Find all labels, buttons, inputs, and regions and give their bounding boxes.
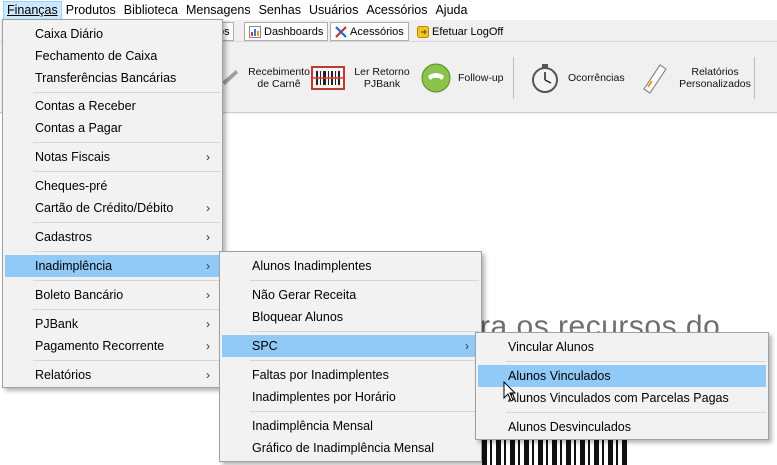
menu-senhas[interactable]: Senhas: [255, 1, 305, 20]
menu-biblioteca[interactable]: Biblioteca: [120, 1, 182, 20]
carne-icon: [222, 70, 238, 85]
tools-icon: [335, 25, 347, 38]
chevron-right-icon: ›: [206, 339, 210, 353]
menu-item-label: Cadastros: [35, 230, 92, 244]
follow-up-label: Follow-up: [458, 72, 504, 84]
chevron-right-icon: ›: [206, 201, 210, 215]
menu-item-vincular-alunos[interactable]: Vincular Alunos: [478, 336, 766, 358]
menu-item-alunos-vinculados[interactable]: Alunos Vinculados: [478, 365, 766, 387]
menu-separator: [33, 251, 220, 252]
toolbar-separator: [513, 57, 514, 99]
menu-bar: Finanças Produtos Biblioteca Mensagens S…: [0, 0, 777, 20]
recebimento-carne-label: Recebimento de Carnê: [248, 66, 310, 90]
follow-up-button[interactable]: Follow-up: [420, 51, 504, 105]
menu-separator: [33, 360, 220, 361]
chevron-right-icon: ›: [206, 288, 210, 302]
chevron-right-icon: ›: [206, 368, 210, 382]
menu-separator: [33, 280, 220, 281]
ler-retorno-label: Ler Retorno PJBank: [354, 66, 410, 90]
tab-dashboards-label: Dashboards: [264, 25, 324, 38]
menu-item-faltas-inadimplentes[interactable]: Faltas por Inadimplentes: [222, 364, 479, 386]
menu-separator: [250, 280, 479, 281]
chevron-right-icon: ›: [206, 150, 210, 164]
report-icon: [643, 64, 667, 94]
menu-item-label: Pagamento Recorrente: [35, 339, 165, 353]
menu-item-contas-pagar[interactable]: Contas a Pagar: [5, 117, 220, 139]
menu-item-label: SPC: [252, 339, 278, 353]
menu-item-inadimplencia[interactable]: Inadimplência ›: [5, 255, 220, 277]
spc-submenu: Vincular Alunos Alunos Vinculados Alunos…: [475, 332, 769, 440]
tab-acessorios[interactable]: Acessórios: [330, 22, 409, 41]
menu-separator: [250, 360, 479, 361]
mouse-cursor-icon: [503, 381, 517, 402]
menu-item-label: PJBank: [35, 317, 79, 331]
menu-separator: [33, 142, 220, 143]
menu-item-relatorios[interactable]: Relatórios ›: [5, 364, 220, 386]
chevron-right-icon: ›: [206, 317, 210, 331]
menu-separator: [506, 412, 766, 413]
relatorios-personalizados-label: Relatórios Personalizados: [679, 66, 751, 90]
menu-item-cartao[interactable]: Cartão de Crédito/Débito ›: [5, 197, 220, 219]
menu-financas[interactable]: Finanças: [3, 0, 62, 20]
menu-item-transferencias[interactable]: Transferências Bancárias: [5, 67, 220, 89]
menu-item-nao-gerar-receita[interactable]: Não Gerar Receita: [222, 284, 479, 306]
dashboard-icon: [249, 25, 261, 38]
chevron-right-icon: ›: [206, 259, 210, 273]
menu-item-inadimplencia-mensal[interactable]: Inadimplência Mensal: [222, 415, 479, 437]
menu-item-label: Notas Fiscais: [35, 150, 111, 164]
menu-item-fechamento-caixa[interactable]: Fechamento de Caixa: [5, 45, 220, 67]
menu-item-caixa-diario[interactable]: Caixa Diário: [5, 23, 220, 45]
menu-item-alunos-desvinculados[interactable]: Alunos Desvinculados: [478, 416, 766, 438]
menu-separator: [33, 92, 220, 93]
logoff-icon: [417, 25, 429, 38]
menu-item-bloquear-alunos[interactable]: Bloquear Alunos: [222, 306, 479, 328]
chevron-right-icon: ›: [465, 339, 469, 353]
tab-dashboards[interactable]: Dashboards: [244, 22, 329, 41]
tab-logoff[interactable]: Efetuar LogOff: [412, 22, 508, 41]
menu-produtos[interactable]: Produtos: [62, 1, 120, 20]
menu-item-label: Inadimplência: [35, 259, 113, 273]
menu-item-boleto[interactable]: Boleto Bancário ›: [5, 284, 220, 306]
ocorrencias-button[interactable]: Ocorrências: [528, 51, 625, 105]
financas-dropdown: Caixa Diário Fechamento de Caixa Transfe…: [2, 19, 223, 388]
menu-item-notas-fiscais[interactable]: Notas Fiscais ›: [5, 146, 220, 168]
menu-separator: [250, 331, 479, 332]
menu-separator: [33, 171, 220, 172]
menu-separator: [33, 309, 220, 310]
relatorios-personalizados-button[interactable]: Relatórios Personalizados: [640, 51, 754, 105]
phone-icon: [421, 63, 451, 93]
menu-separator: [506, 361, 766, 362]
menu-item-spc[interactable]: SPC ›: [222, 335, 479, 357]
menu-item-label: Cartão de Crédito/Débito: [35, 201, 174, 215]
menu-item-pagamento-recorrente[interactable]: Pagamento Recorrente ›: [5, 335, 220, 357]
toolbar-separator: [754, 57, 755, 99]
menu-item-cheques-pre[interactable]: Cheques-pré: [5, 175, 220, 197]
menu-item-contas-receber[interactable]: Contas a Receber: [5, 95, 220, 117]
menu-item-inadimplentes-horario[interactable]: Inadimplentes por Horário: [222, 386, 479, 408]
menu-ajuda[interactable]: Ajuda: [431, 1, 471, 20]
menu-separator: [250, 411, 479, 412]
menu-item-alunos-vinculados-parcelas[interactable]: Alunos Vinculados com Parcelas Pagas: [478, 387, 766, 409]
menu-separator: [33, 222, 220, 223]
ocorrencias-label: Ocorrências: [568, 72, 625, 84]
menu-item-cadastros[interactable]: Cadastros ›: [5, 226, 220, 248]
inadimplencia-submenu: Alunos Inadimplentes Não Gerar Receita B…: [219, 251, 482, 462]
menu-usuarios[interactable]: Usuários: [305, 1, 362, 20]
menu-item-label: Relatórios: [35, 368, 92, 382]
ler-retorno-button[interactable]: Ler Retorno PJBank: [310, 51, 412, 105]
recebimento-carne-button[interactable]: Recebimento de Carnê: [222, 51, 314, 105]
menu-item-label: Boleto Bancário: [35, 288, 124, 302]
barcode-icon: [311, 66, 345, 90]
menu-acessorios[interactable]: Acessórios: [362, 1, 431, 20]
menu-item-alunos-inadimplentes[interactable]: Alunos Inadimplentes: [222, 255, 479, 277]
menu-mensagens[interactable]: Mensagens: [182, 1, 255, 20]
tab-logoff-label: Efetuar LogOff: [432, 25, 504, 38]
stopwatch-icon: [532, 64, 558, 93]
tab-acessorios-label: Acessórios: [350, 25, 404, 38]
menu-item-pjbank[interactable]: PJBank ›: [5, 313, 220, 335]
chevron-right-icon: ›: [206, 230, 210, 244]
menu-item-grafico-inadimplencia[interactable]: Gráfico de Inadimplência Mensal: [222, 437, 479, 459]
